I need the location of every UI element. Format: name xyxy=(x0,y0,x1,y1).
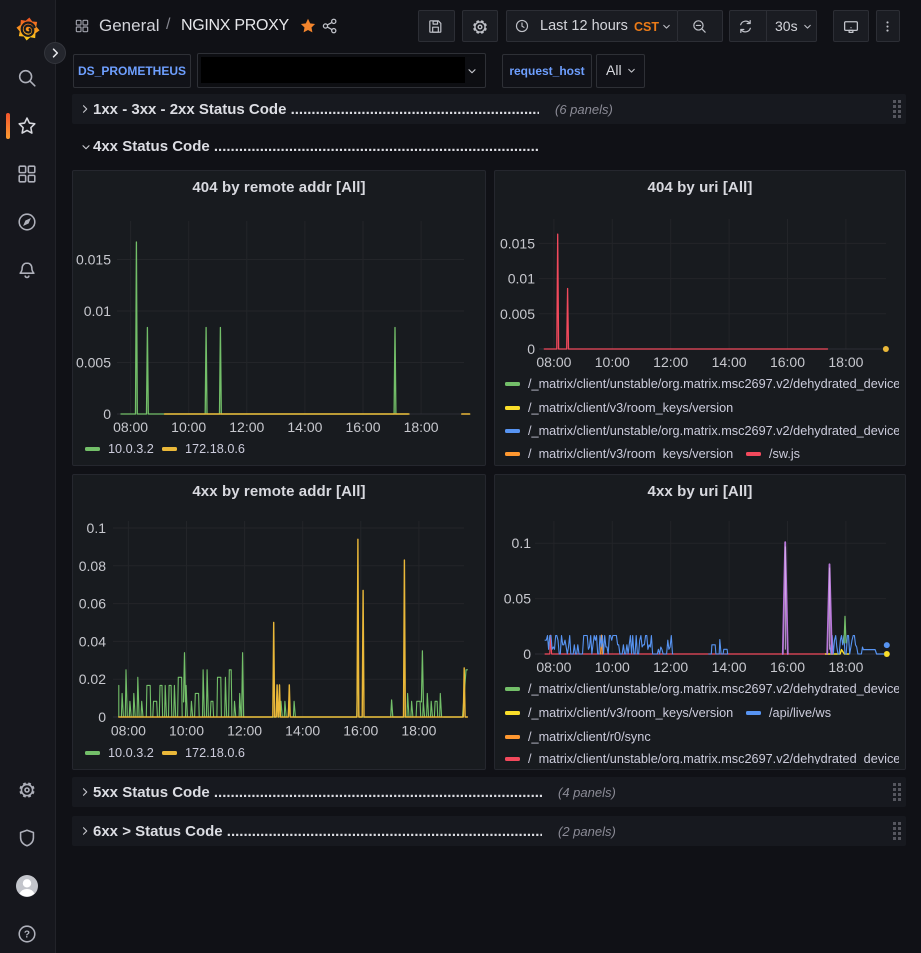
svg-text:0.005: 0.005 xyxy=(500,306,535,322)
svg-text:18:00: 18:00 xyxy=(404,419,439,435)
svg-text:0.02: 0.02 xyxy=(79,671,106,687)
svg-text:?: ? xyxy=(24,930,30,941)
svg-text:08:00: 08:00 xyxy=(536,659,571,675)
svg-text:0.04: 0.04 xyxy=(79,633,106,649)
svg-text:10:00: 10:00 xyxy=(169,723,204,739)
svg-text:0.015: 0.015 xyxy=(500,235,535,251)
svg-text:0.015: 0.015 xyxy=(76,252,111,268)
svg-text:14:00: 14:00 xyxy=(712,659,747,675)
svg-text:0.01: 0.01 xyxy=(508,271,535,287)
svg-text:16:00: 16:00 xyxy=(770,354,805,370)
svg-text:08:00: 08:00 xyxy=(111,723,146,739)
svg-text:16:00: 16:00 xyxy=(343,723,378,739)
svg-text:12:00: 12:00 xyxy=(653,659,688,675)
svg-text:0.005: 0.005 xyxy=(76,355,111,371)
svg-text:0.01: 0.01 xyxy=(84,303,111,319)
svg-text:0.06: 0.06 xyxy=(79,596,106,612)
svg-text:08:00: 08:00 xyxy=(536,354,571,370)
svg-text:16:00: 16:00 xyxy=(345,419,380,435)
svg-text:0.1: 0.1 xyxy=(87,520,107,536)
svg-text:18:00: 18:00 xyxy=(401,723,436,739)
svg-text:0: 0 xyxy=(98,709,106,725)
svg-text:08:00: 08:00 xyxy=(113,419,148,435)
svg-text:18:00: 18:00 xyxy=(828,659,863,675)
svg-text:12:00: 12:00 xyxy=(229,419,264,435)
svg-text:10:00: 10:00 xyxy=(595,659,630,675)
svg-text:0: 0 xyxy=(103,406,111,422)
svg-text:10:00: 10:00 xyxy=(171,419,206,435)
svg-text:14:00: 14:00 xyxy=(287,419,322,435)
svg-text:12:00: 12:00 xyxy=(653,354,688,370)
svg-text:18:00: 18:00 xyxy=(828,354,863,370)
svg-text:10:00: 10:00 xyxy=(595,354,630,370)
svg-text:16:00: 16:00 xyxy=(770,659,805,675)
svg-text:0.05: 0.05 xyxy=(504,591,531,607)
svg-text:14:00: 14:00 xyxy=(712,354,747,370)
svg-text:12:00: 12:00 xyxy=(227,723,262,739)
svg-text:0.08: 0.08 xyxy=(79,558,106,574)
svg-text:0.1: 0.1 xyxy=(512,535,532,551)
svg-text:14:00: 14:00 xyxy=(285,723,320,739)
svg-text:0: 0 xyxy=(527,341,535,357)
svg-text:0: 0 xyxy=(523,646,531,662)
